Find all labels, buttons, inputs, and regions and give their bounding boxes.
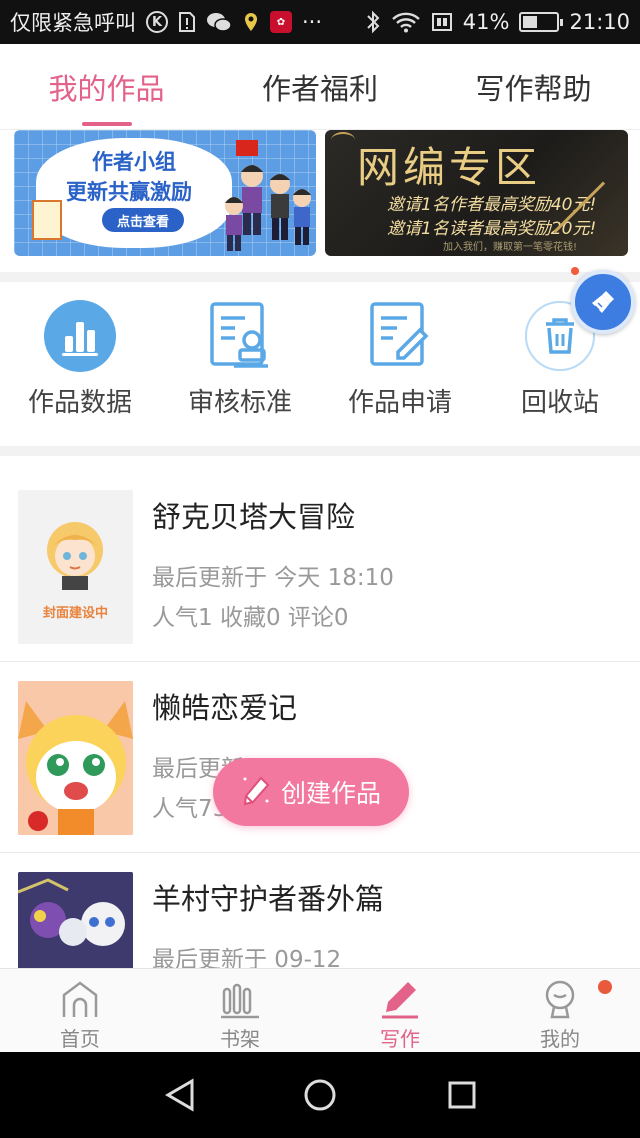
tab-indicator — [82, 122, 132, 126]
nav-profile[interactable]: 我的 — [480, 969, 640, 1053]
cartoon-cat-illustration — [18, 681, 133, 835]
nav-home[interactable]: 首页 — [0, 969, 160, 1053]
battery-icon — [519, 12, 564, 32]
create-work-label: 创建作品 — [280, 779, 381, 808]
clipboard-icon — [32, 200, 62, 240]
section-divider — [0, 272, 640, 282]
notification-dot — [571, 267, 579, 275]
banner-right-title: 网编专区 — [357, 143, 542, 192]
status-bar: 仅限紧急呼叫 K ✿ ··· 41% 21:10 — [0, 0, 640, 44]
tab-writing-help[interactable]: 写作帮助 — [427, 44, 640, 130]
carrier-text: 仅限紧急呼叫 — [10, 11, 136, 35]
feather-icon — [331, 132, 355, 148]
banner-right-line3: 加入我们，赚取第一笔零花钱! — [443, 242, 578, 253]
sim-icon — [431, 11, 453, 33]
quick-action-work-apply[interactable]: 作品申请 — [320, 282, 480, 446]
work-title: 舒克贝塔大冒险 — [152, 500, 356, 534]
banner-left-title: 作者小组 — [92, 150, 176, 174]
work-updated: 最后更新于 今天 18:10 — [152, 565, 394, 591]
nav-label: 书架 — [220, 1027, 260, 1051]
nav-label: 写作 — [380, 1027, 420, 1051]
profile-notification-dot — [598, 980, 612, 994]
pencil-icon — [243, 776, 270, 806]
work-item[interactable]: 封面建设中 舒克贝塔大冒险 最后更新于 今天 18:10 人气1 收藏0 评论0 — [0, 472, 640, 662]
quick-action-review-standard[interactable]: 审核标准 — [160, 282, 320, 446]
quick-action-label: 作品数据 — [27, 388, 132, 418]
location-icon — [242, 11, 260, 33]
pen-icon — [380, 977, 420, 1019]
huawei-icon: ✿ — [270, 11, 292, 33]
quick-action-work-data[interactable]: 作品数据 — [0, 282, 160, 446]
broom-icon — [592, 291, 614, 313]
work-title: 懒皓恋爱记 — [152, 691, 298, 725]
cover-placeholder-text: 封面建设中 — [42, 606, 108, 621]
quick-action-label: 回收站 — [520, 388, 599, 418]
recents-icon[interactable] — [422, 1052, 502, 1138]
back-icon[interactable] — [140, 1052, 220, 1138]
home-icon — [60, 977, 100, 1019]
nav-label: 我的 — [540, 1027, 580, 1051]
tab-author-benefits[interactable]: 作者福利 — [213, 44, 427, 130]
work-cover — [18, 681, 133, 835]
banner-check-button[interactable]: 点击查看 — [102, 208, 184, 232]
profile-icon — [540, 977, 580, 1019]
k-circle-icon: K — [146, 11, 168, 33]
nav-bookshelf[interactable]: 书架 — [160, 969, 320, 1053]
banner-author-group[interactable]: 作者小组 更新共赢激励 点击查看 — [14, 130, 316, 256]
bookshelf-icon — [220, 977, 260, 1019]
nav-label: 首页 — [60, 1027, 100, 1051]
banner-left-subtitle: 更新共赢激励 — [66, 180, 192, 204]
cartoon-authors-illustration — [225, 140, 311, 251]
work-cover-placeholder: 封面建设中 — [18, 490, 133, 644]
tab-my-works[interactable]: 我的作品 — [0, 44, 213, 130]
create-work-button[interactable]: 创建作品 — [213, 758, 409, 826]
work-stats: 人气1 收藏0 评论0 — [152, 605, 349, 631]
wechat-icon — [206, 11, 232, 33]
wifi-icon — [391, 11, 421, 33]
home-button-icon[interactable] — [280, 1052, 360, 1138]
quick-action-label: 作品申请 — [347, 388, 452, 418]
quick-action-label: 审核标准 — [187, 388, 292, 418]
battery-percent: 41% — [462, 10, 510, 34]
clock: 21:10 — [569, 10, 630, 34]
quick-actions: 作品数据 审核标准 作品申请 回收站 — [0, 282, 640, 446]
review-stamp-icon — [204, 300, 276, 372]
top-tabs: 我的作品 作者福利 写作帮助 — [0, 44, 640, 130]
work-title: 羊村守护者番外篇 — [152, 882, 385, 916]
bottom-nav: 首页 书架 写作 我的 — [0, 968, 640, 1052]
section-divider — [0, 446, 640, 456]
sim-alert-icon — [178, 11, 196, 33]
bluetooth-icon — [365, 10, 381, 34]
edit-document-icon — [364, 300, 436, 372]
banner-editor-zone[interactable]: 网编专区 邀请1名作者最高奖励40元! 邀请1名读者最高奖励20元! 加入我们，… — [325, 130, 628, 256]
cartoon-girl-illustration — [47, 522, 103, 590]
nav-write[interactable]: 写作 — [320, 969, 480, 1053]
more-icon: ··· — [302, 10, 323, 34]
bar-chart-icon — [44, 300, 116, 372]
system-nav-bar — [0, 1052, 640, 1138]
banner-right-line1: 邀请1名作者最高奖励40元! — [387, 195, 597, 215]
floating-cleanup-button[interactable] — [571, 270, 635, 334]
